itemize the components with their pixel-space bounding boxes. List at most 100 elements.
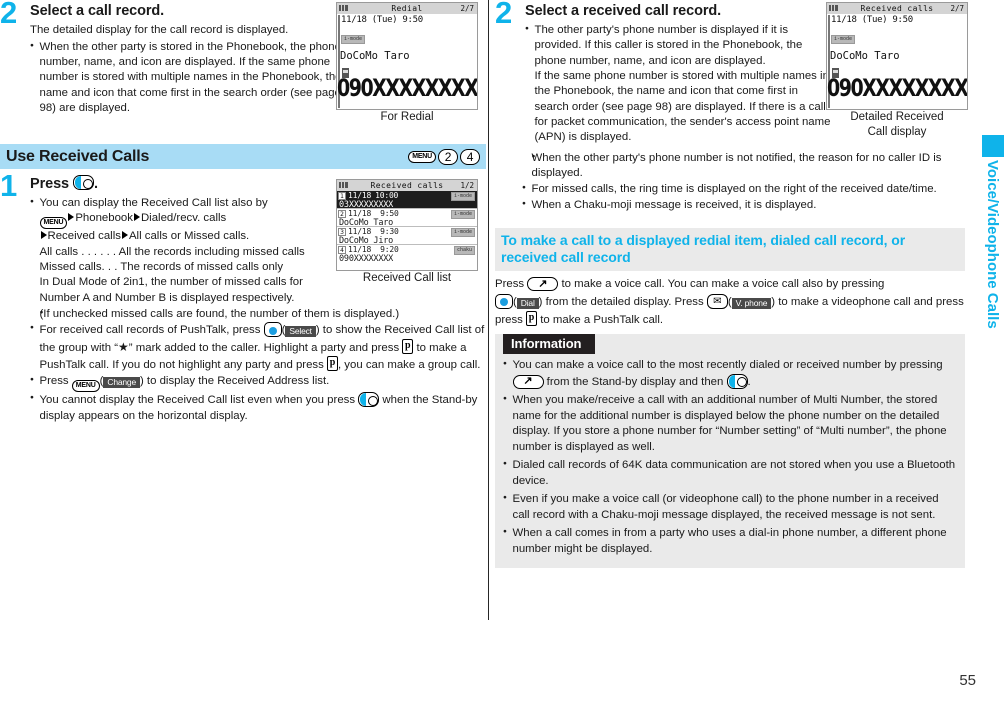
step-number: 2 — [0, 0, 18, 30]
row-tag-icon: chaku — [453, 246, 475, 255]
screen-contact-name: DoCoMo Taro — [340, 50, 410, 62]
step-title: Select a call record. — [30, 3, 165, 19]
list-item: When a Chaku-moji message is received, i… — [522, 198, 964, 213]
list-item: You cannot display the Received Call lis… — [30, 392, 486, 424]
screen-status-bar: Received calls 1/2 — [337, 180, 477, 191]
bullet-text: For missed calls, the ring time is displ… — [531, 183, 937, 196]
softkey-vphone-label: V. phone — [731, 297, 772, 309]
docomo-tag-icon: i-mode — [831, 35, 856, 44]
page-number: 55 — [959, 672, 976, 689]
screen-page-counter: 2/7 — [460, 4, 474, 13]
table-row[interactable]: 3 11/18 9:30 DoCoMo Jiro i-mode — [337, 227, 477, 246]
list-item: Even if you make a voice call (or videop… — [503, 492, 957, 523]
step-bullet-list: When the other party is stored in the Ph… — [30, 40, 352, 117]
row-date: 11/18 — [348, 245, 372, 254]
continued-list: When the other party's phone number is n… — [532, 151, 965, 182]
paragraph-part-7: to make a PushTalk call. — [540, 314, 664, 327]
table-row[interactable]: 2 11/18 9:50 DoCoMo Taro i-mode — [337, 209, 477, 228]
screen-title: Redial — [391, 4, 423, 13]
step1-bullet-list-narrow: You can display the Received Call list a… — [30, 196, 342, 306]
screen-status-bar: Redial 2/7 — [337, 3, 477, 14]
list-item: When the other party is stored in the Ph… — [30, 40, 352, 117]
voice-call-key-icon — [527, 276, 559, 293]
screen-phone-number: 090XXXXXXXX — [337, 74, 478, 103]
info-seg-2: from the Stand-by display and then — [546, 375, 724, 388]
row-index: 4 — [338, 245, 346, 254]
step-title-prefix: Press — [30, 176, 70, 192]
information-box: Information You can make a voice call to… — [495, 334, 965, 568]
bullet-paragraph: If the same phone number is stored with … — [534, 70, 831, 144]
subsection-heading: To make a call to a displayed redial ite… — [501, 232, 906, 266]
information-bullet-list: You can make a voice call to the most re… — [503, 358, 957, 557]
step-intro-text: The detailed display for the call record… — [30, 24, 289, 37]
step2-extra-bullets: For missed calls, the ring time is displ… — [522, 182, 964, 213]
side-tab-marker — [982, 135, 1004, 157]
arrow-right-icon — [40, 231, 47, 240]
right-step-2-continued: When the other party's phone number is n… — [522, 151, 964, 214]
side-tab-label: Voice/Videophone Calls — [984, 160, 1001, 329]
mail-key-icon — [706, 293, 728, 309]
pushtalk-key-icon — [402, 338, 414, 354]
subsection-heading-bar: To make a call to a displayed redial ite… — [495, 228, 965, 272]
right-column: 2 Select a received call record. The oth… — [495, 0, 968, 568]
row-secondary-line: DoCoMo Taro — [339, 218, 394, 228]
list-item: When you make/receive a call with an add… — [503, 393, 957, 455]
row-tag-icon: i-mode — [450, 228, 475, 237]
subsection-paragraph: Press to make a voice call. You can make… — [495, 276, 965, 330]
info-seg-3: . — [747, 375, 751, 388]
softkey-dial-label: Dial — [516, 297, 539, 309]
pushtalk-key-icon — [526, 311, 538, 327]
list-item: You can make a voice call to the most re… — [503, 358, 957, 390]
section-key-shortcuts: MENU 2 4 — [408, 148, 480, 165]
list-item-continuation: When the other party's phone number is n… — [532, 151, 965, 182]
step-bullet-list: The other party's phone number is displa… — [525, 23, 835, 146]
bullet-text: You cannot display the Received Call lis… — [39, 392, 478, 422]
figure-detailed-received: Received calls 2/7 11/18 (Tue) 9:50 i-mo… — [826, 2, 968, 140]
paragraph-part-2: to make a voice call. You can make a voi… — [561, 278, 885, 290]
list-item: The other party's phone number is displa… — [525, 23, 835, 146]
number-key-2-icon: 2 — [438, 148, 458, 165]
row-index: 3 — [338, 227, 346, 236]
list-item: For missed calls, the ring time is displ… — [522, 182, 964, 197]
screen-page-counter: 1/2 — [460, 181, 474, 190]
screen-date-line: 11/18 (Tue) 9:50 — [831, 15, 913, 25]
paragraph-part-1: Press — [495, 278, 525, 290]
bullet-line: (If unchecked missed calls are found, th… — [39, 307, 400, 320]
nav-key-icon — [358, 392, 380, 408]
row-time: 9:50 — [380, 209, 399, 218]
left-column: 2 Select a call record. The detailed dis… — [0, 0, 486, 422]
step-title-suffix: . — [93, 176, 98, 192]
table-row[interactable]: 1 11/18 10:00 03XXXXXXXXX i-mode — [337, 191, 477, 210]
row-time: 9:20 — [380, 245, 399, 254]
row-secondary-line: DoCoMo Jiro — [339, 236, 394, 246]
docomo-tag-icon: i-mode — [341, 35, 366, 44]
star-icon: ★ — [118, 339, 129, 354]
row-secondary-line: 090XXXXXXXX — [339, 254, 394, 264]
screen-title: Received calls — [860, 4, 934, 13]
list-item: You can display the Received Call list a… — [30, 196, 342, 306]
step1-continuation: (If unchecked missed calls are found, th… — [30, 307, 486, 322]
info-seg-1: You can make a voice call to the most re… — [512, 359, 943, 371]
voice-call-key-icon — [512, 374, 544, 389]
bullet-text: Even if you make a voice call (or videop… — [512, 493, 939, 521]
bullet-text: Press MENU(Change) to display the Receiv… — [40, 375, 329, 392]
list-item: Press MENU(Change) to display the Receiv… — [30, 374, 486, 392]
nav-key-icon — [726, 373, 748, 389]
softkey-change-label: Change — [103, 376, 140, 388]
bullet-line: Number A and Number B is displayed respe… — [39, 291, 295, 304]
paragraph-part-7-prefix: press — [495, 314, 523, 327]
bullet-text: When a call comes in from a party who us… — [512, 527, 947, 555]
screen-page-counter: 2/7 — [950, 4, 964, 13]
arrow-right-icon — [68, 213, 75, 222]
row-index: 1 — [338, 191, 346, 200]
paragraph-part-6: ) to make a videophone call and press — [771, 295, 964, 308]
table-row[interactable]: 4 11/18 9:20 090XXXXXXXX chaku — [337, 245, 477, 264]
step1-bullet-list-wide: For received call records of PushTalk, p… — [30, 322, 486, 424]
row-date: 11/18 — [348, 209, 372, 218]
column-divider — [488, 0, 489, 620]
figure-received-call-list: Received calls 1/2 1 11/18 10:00 03XXXXX… — [336, 179, 478, 286]
bullet-line: In Dual Mode of 2in1, the number of miss… — [39, 276, 303, 289]
row-tag-icon: i-mode — [450, 210, 475, 219]
number-key-4-icon: 4 — [460, 148, 480, 165]
menu-key-icon: MENU — [71, 379, 100, 392]
